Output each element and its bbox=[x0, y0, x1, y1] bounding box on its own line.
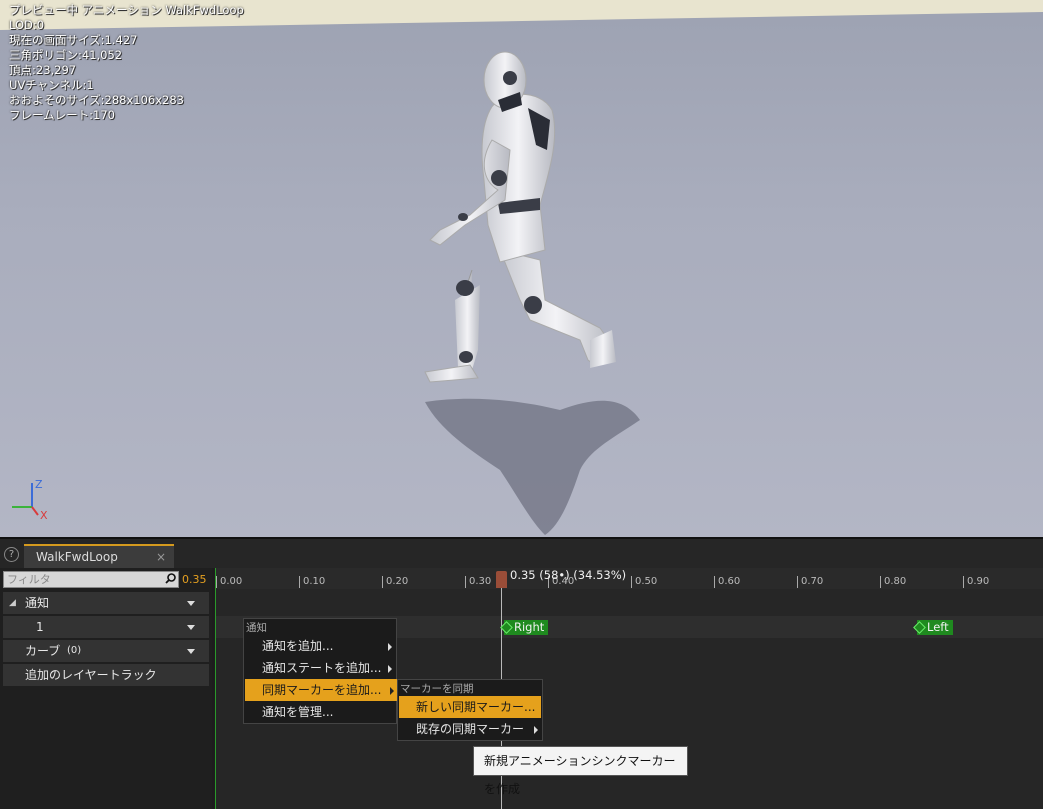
menu-item-label: 通知ステートを追加... bbox=[262, 661, 382, 675]
track-notifies[interactable]: ◢ 通知 bbox=[3, 592, 209, 614]
stat-triangles: 三角ポリゴン:41,052 bbox=[9, 48, 123, 62]
submenu-arrow-icon bbox=[388, 643, 392, 651]
stat-preview-title: プレビュー中 アニメーション WalkFwdLoop bbox=[9, 3, 244, 17]
track-additive-layer-label: 追加のレイヤートラック bbox=[25, 668, 157, 682]
ruler-tick: 0.10 bbox=[298, 576, 326, 588]
current-time-value: 0.35 bbox=[182, 573, 207, 586]
ruler-tick: 0.50 bbox=[630, 576, 658, 588]
menu-item-manage-notifies[interactable]: 通知を管理... bbox=[245, 701, 395, 723]
track-curves-label: カーブ bbox=[25, 644, 61, 658]
track-additive-layer[interactable]: 追加のレイヤートラック bbox=[3, 664, 209, 686]
submenu-header: マーカーを同期 bbox=[400, 683, 474, 695]
track-notify-1[interactable]: 1 bbox=[3, 616, 209, 638]
tab-walkfwdloop[interactable]: WalkFwdLoop × bbox=[24, 544, 174, 570]
sync-marker-right-label: Right bbox=[514, 620, 545, 634]
preview-viewport[interactable]: プレビュー中 アニメーション WalkFwdLoop LOD:0 現在の画面サイ… bbox=[0, 0, 1043, 537]
menu-item-label: 同期マーカーを追加... bbox=[262, 683, 382, 697]
axis-x-label: X bbox=[40, 509, 48, 522]
collapse-arrow-icon[interactable]: ◢ bbox=[9, 592, 16, 614]
start-boundary-line bbox=[215, 568, 216, 809]
sync-marker-left[interactable]: Left bbox=[913, 620, 953, 635]
dropdown-arrow-icon[interactable] bbox=[187, 649, 195, 654]
stat-framerate: フレームレート:170 bbox=[9, 108, 115, 122]
timeline-ruler[interactable]: 0.00 0.10 0.20 0.30 0.40 0.50 0.60 0.70 … bbox=[215, 568, 1043, 590]
menu-item-new-sync-marker[interactable]: 新しい同期マーカー... bbox=[399, 696, 541, 718]
menu-item-label: 既存の同期マーカー bbox=[416, 722, 525, 736]
filter-placeholder: フィルタ bbox=[7, 573, 51, 586]
axis-z-label: Z bbox=[35, 478, 43, 491]
sync-marker-right[interactable]: Right bbox=[500, 620, 549, 635]
notify-context-menu: 通知 通知を追加... 通知ステートを追加... 同期マーカーを追加... 通知… bbox=[243, 618, 397, 724]
close-icon[interactable]: × bbox=[156, 546, 166, 568]
ruler-tick: 0.00 bbox=[215, 576, 243, 588]
axis-gizmo-icon: Z X bbox=[12, 478, 48, 522]
dropdown-arrow-icon[interactable] bbox=[187, 601, 195, 606]
submenu-arrow-icon bbox=[534, 726, 538, 734]
ruler-tick: 0.60 bbox=[713, 576, 741, 588]
tab-bar: ? WalkFwdLoop × bbox=[0, 537, 1043, 570]
menu-item-add-sync-marker[interactable]: 同期マーカーを追加... bbox=[245, 679, 397, 701]
ruler-tick: 0.90 bbox=[962, 576, 990, 588]
dropdown-arrow-icon[interactable] bbox=[187, 625, 195, 630]
search-icon[interactable] bbox=[165, 573, 176, 584]
submenu-arrow-icon bbox=[388, 665, 392, 673]
sync-marker-left-label: Left bbox=[927, 620, 949, 634]
sync-marker-submenu: マーカーを同期 新しい同期マーカー... 既存の同期マーカー bbox=[397, 679, 543, 741]
stat-uv-channels: UVチャンネル:1 bbox=[9, 78, 94, 92]
submenu-arrow-icon bbox=[390, 687, 394, 695]
menu-item-add-notify-state[interactable]: 通知ステートを追加... bbox=[245, 657, 395, 679]
viewport-stats-overlay: プレビュー中 アニメーション WalkFwdLoop LOD:0 現在の画面サイ… bbox=[9, 3, 244, 123]
ruler-tick: 0.80 bbox=[879, 576, 907, 588]
menu-item-label: 通知を管理... bbox=[262, 705, 334, 719]
ruler-tick: 0.70 bbox=[796, 576, 824, 588]
menu-item-label: 通知を追加... bbox=[262, 639, 334, 653]
track-list: フィルタ 0.35 ◢ 通知 1 カーブ (0) 追加のレイヤートラック bbox=[0, 568, 212, 809]
stat-vertices: 頂点:23,297 bbox=[9, 63, 77, 77]
menu-item-existing-sync-marker[interactable]: 既存の同期マーカー bbox=[399, 718, 541, 740]
stat-screen-size: 現在の画面サイズ:1.427 bbox=[9, 33, 138, 47]
menu-item-add-notify[interactable]: 通知を追加... bbox=[245, 635, 395, 657]
menu-item-label: 新しい同期マーカー... bbox=[416, 700, 536, 714]
character-shadow bbox=[425, 398, 640, 535]
ruler-tick: 0.20 bbox=[381, 576, 409, 588]
filter-input[interactable]: フィルタ bbox=[3, 571, 179, 588]
tooltip: 新規アニメーションシンクマーカーを作成 bbox=[473, 746, 688, 796]
track-curves-count: (0) bbox=[67, 645, 82, 656]
stat-lod: LOD:0 bbox=[9, 18, 45, 32]
scrub-handle[interactable] bbox=[496, 571, 507, 588]
track-notifies-label: 通知 bbox=[25, 596, 50, 610]
track-curves[interactable]: カーブ (0) bbox=[3, 640, 209, 662]
track-notify-1-label: 1 bbox=[36, 620, 44, 634]
stat-approx-size: おおよそのサイズ:288x106x283 bbox=[9, 93, 184, 107]
ruler-tick: 0.30 bbox=[464, 576, 492, 588]
scrub-position-label: 0.35 (58•) (34.53%) bbox=[510, 568, 627, 582]
help-icon[interactable]: ? bbox=[4, 547, 19, 562]
tab-title: WalkFwdLoop bbox=[36, 550, 118, 564]
menu-header: 通知 bbox=[246, 622, 267, 634]
